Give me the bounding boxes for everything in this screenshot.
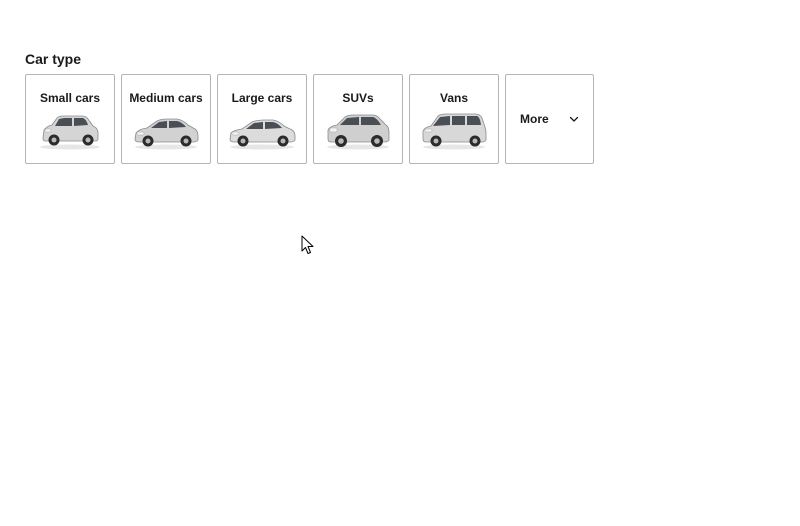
car-type-vans[interactable]: Vans <box>409 74 499 164</box>
car-type-large-cars[interactable]: Large cars <box>217 74 307 164</box>
mouse-pointer-icon <box>301 235 314 254</box>
car-type-heading: Car type <box>25 51 82 67</box>
chevron-down-icon <box>569 116 579 122</box>
suv-icon <box>327 114 390 150</box>
page: Car type Small cars Medium cars Large ca… <box>0 0 800 526</box>
small-car-icon <box>40 115 100 150</box>
car-type-medium-cars[interactable]: Medium cars <box>121 74 211 164</box>
car-type-label: Vans <box>439 91 469 105</box>
car-type-label: SUVs <box>342 91 374 105</box>
car-type-label: Small cars <box>39 91 101 105</box>
car-type-suvs[interactable]: SUVs <box>313 74 403 164</box>
van-icon <box>422 113 487 150</box>
car-type-options: Small cars Medium cars Large cars SUVs V… <box>25 74 594 164</box>
more-label: More <box>520 112 549 126</box>
car-type-label: Medium cars <box>129 91 203 105</box>
car-type-label: Large cars <box>231 91 293 105</box>
more-car-types-button[interactable]: More <box>505 74 594 164</box>
car-type-small-cars[interactable]: Small cars <box>25 74 115 164</box>
medium-car-icon <box>134 118 199 150</box>
large-car-icon <box>229 119 296 150</box>
